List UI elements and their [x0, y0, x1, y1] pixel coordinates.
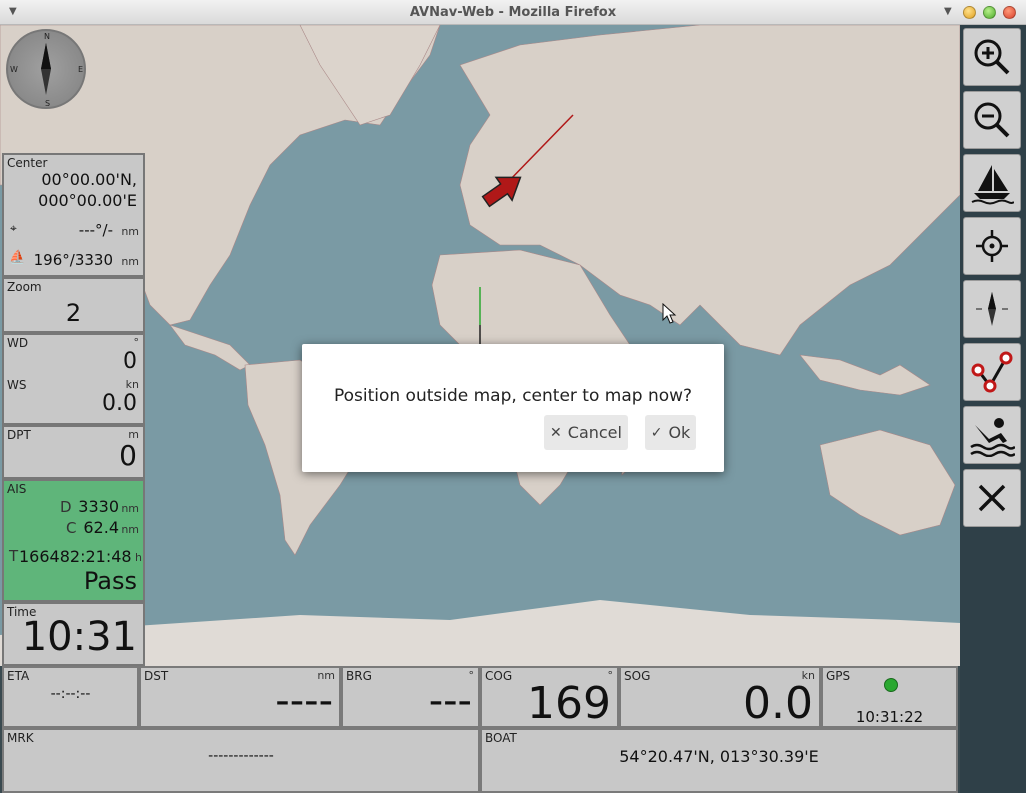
time-widget[interactable]: Time 10:31: [2, 602, 145, 666]
route-button[interactable]: [963, 343, 1021, 401]
ais-c-value: 62.4: [83, 518, 119, 537]
man-overboard-button[interactable]: [963, 406, 1021, 464]
boat-lock-button[interactable]: [963, 154, 1021, 212]
boat-position-widget[interactable]: BOAT 54°20.47'N, 013°30.39'E: [480, 728, 958, 793]
zoom-value: 2: [65, 299, 82, 327]
zoom-in-icon: [974, 39, 1010, 75]
brg-label: BRG: [346, 669, 372, 683]
window-close-button[interactable]: [1003, 6, 1016, 19]
window-dropdown-icon[interactable]: ▼: [944, 6, 952, 17]
mob-icon: [970, 418, 1015, 457]
ais-status: Pass: [83, 567, 137, 595]
x-icon: ✕: [550, 424, 562, 441]
brg-widget[interactable]: BRG ° ---: [341, 666, 480, 728]
brg-value: ---: [428, 678, 472, 724]
cancel-button[interactable]: ✕ Cancel: [544, 415, 628, 450]
ais-t-value: 166482:21:48: [19, 547, 132, 566]
dialog-message: Position outside map, center to map now?: [333, 386, 693, 406]
cog-label: COG: [485, 669, 513, 683]
dpt-label: DPT: [7, 428, 31, 442]
center-lat: 00°00.00'N,: [41, 170, 137, 189]
gps-label: GPS: [826, 669, 851, 683]
sog-widget[interactable]: SOG kn 0.0: [619, 666, 821, 728]
ais-c-label: C: [66, 519, 77, 537]
gps-widget[interactable]: GPS 10:31:22: [821, 666, 958, 728]
center-label: Center: [7, 156, 48, 170]
window-titlebar: ▼ AVNav-Web - Mozilla Firefox ▼: [0, 0, 1026, 25]
center-boat-unit: nm: [121, 255, 139, 268]
dst-value: ----: [275, 678, 333, 724]
minimize-button[interactable]: [963, 6, 976, 19]
ok-button[interactable]: ✓ Ok: [645, 415, 696, 450]
center-dist-value: ---°/-: [78, 221, 113, 239]
gps-status-indicator: [884, 678, 898, 692]
compass-icon[interactable]: N S E W: [6, 29, 86, 109]
zoom-in-button[interactable]: [963, 28, 1021, 86]
sog-label: SOG: [624, 669, 651, 683]
check-icon: ✓: [650, 424, 663, 441]
ok-label: Ok: [668, 423, 691, 442]
center-widget[interactable]: Center 00°00.00'N, 000°00.00'E ⌖ ---°/- …: [2, 153, 145, 277]
dst-widget[interactable]: DST nm ----: [139, 666, 341, 728]
wd-value: 0: [123, 349, 137, 374]
cancel-label: Cancel: [567, 423, 622, 442]
center-dist-unit: nm: [121, 225, 139, 238]
center-lon: 000°00.00'E: [38, 191, 137, 210]
right-button-bar: [960, 25, 1026, 793]
wd-unit: °: [133, 336, 140, 349]
center-boat-value: 196°/3330: [33, 251, 113, 269]
boat-label: BOAT: [485, 731, 517, 745]
time-value: 10:31: [21, 614, 137, 660]
ais-d-unit: nm: [121, 502, 139, 515]
ais-d-value: 3330: [78, 497, 119, 516]
wind-widget[interactable]: WD ° 0 WS kn 0.0: [2, 333, 145, 425]
zoom-widget[interactable]: Zoom 2: [2, 277, 145, 333]
compass-needle: [41, 43, 51, 95]
crosshair-icon: [976, 230, 1008, 262]
crosshair-small-icon: ⌖: [10, 221, 17, 235]
maximize-button[interactable]: [983, 6, 996, 19]
ais-t-label: T: [9, 547, 19, 565]
mrk-value: -------------: [208, 748, 274, 764]
boat-small-icon: ⛵: [9, 250, 26, 265]
cog-widget[interactable]: COG ° 169: [480, 666, 619, 728]
cog-value: 169: [527, 678, 611, 728]
zoom-label: Zoom: [7, 280, 42, 294]
compass-icon: [976, 292, 1008, 326]
ws-label: WS: [7, 378, 27, 392]
gps-time: 10:31:22: [855, 708, 924, 726]
close-icon: [978, 484, 1006, 512]
boat-value: 54°20.47'N, 013°30.39'E: [619, 747, 819, 766]
route-icon: [971, 351, 1013, 393]
zoom-out-button[interactable]: [963, 91, 1021, 149]
dpt-value: 0: [119, 439, 137, 472]
boat-icon: [971, 165, 1014, 205]
course-up-button[interactable]: [963, 280, 1021, 338]
zoom-out-icon: [974, 102, 1010, 138]
center-position-button[interactable]: [963, 217, 1021, 275]
wd-label: WD: [7, 336, 29, 350]
eta-label: ETA: [7, 669, 30, 683]
dst-label: DST: [144, 669, 169, 683]
eta-value: --:--:--: [50, 686, 91, 702]
close-navigation-button[interactable]: [963, 469, 1021, 527]
ais-widget[interactable]: AIS D 3330 nm C 62.4 nm T 166482:21:48 h…: [2, 479, 145, 602]
mrk-widget[interactable]: MRK -------------: [2, 728, 480, 793]
mrk-label: MRK: [7, 731, 34, 745]
depth-widget[interactable]: DPT m 0: [2, 425, 145, 479]
ais-label: AIS: [7, 482, 27, 496]
ais-c-unit: nm: [121, 523, 139, 536]
window-title: AVNav-Web - Mozilla Firefox: [409, 5, 617, 20]
mouse-cursor-icon: [662, 303, 677, 324]
ws-unit: kn: [125, 378, 139, 391]
ais-d-label: D: [60, 498, 72, 516]
eta-widget[interactable]: ETA --:--:--: [2, 666, 139, 728]
ws-value: 0.0: [102, 391, 137, 416]
sog-value: 0.0: [743, 678, 813, 728]
ais-t-unit: h: [135, 551, 142, 564]
center-map-dialog: Position outside map, center to map now?…: [302, 344, 724, 472]
